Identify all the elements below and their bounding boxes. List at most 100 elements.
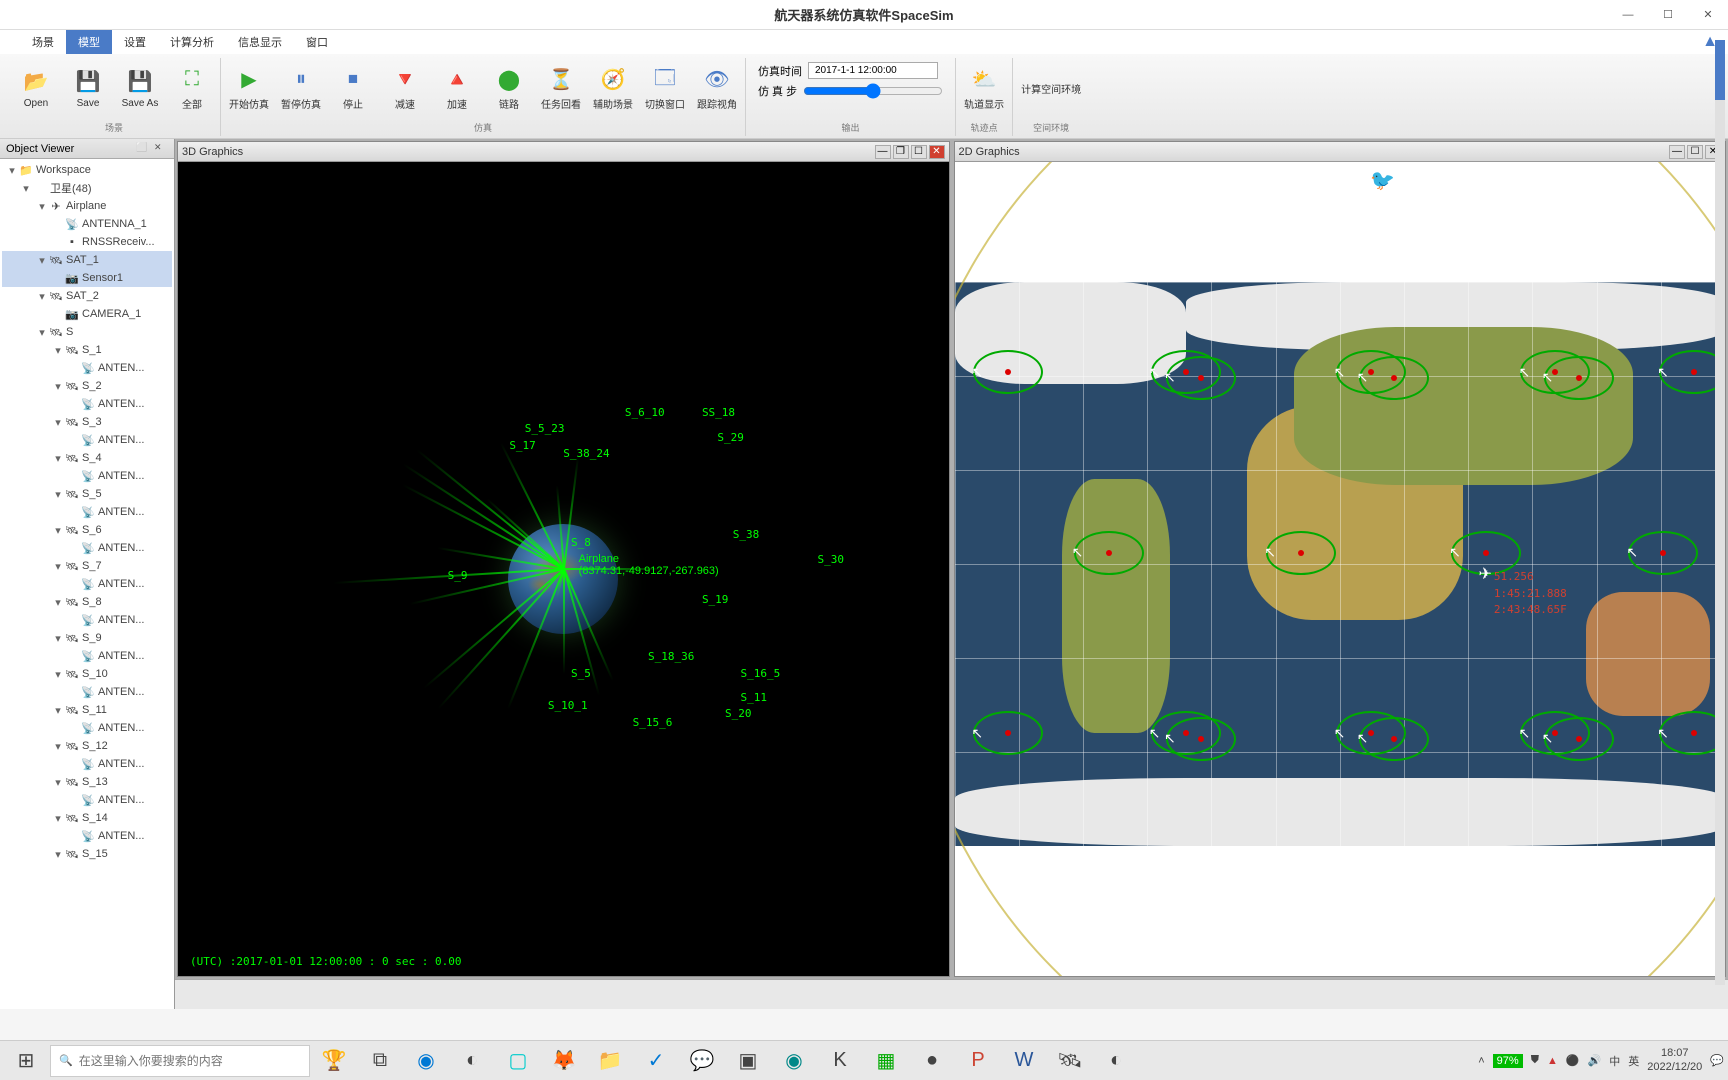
comp-button[interactable]: 🧭辅助场景: [593, 66, 633, 111]
firefox-icon[interactable]: 🦊: [542, 1043, 586, 1079]
tree-item[interactable]: 📡ANTEN...: [2, 467, 172, 485]
tree-item[interactable]: ▾🛰S_14: [2, 809, 172, 827]
panel-close-icon[interactable]: ✕: [154, 142, 168, 156]
panel-maximize-button[interactable]: ☐: [1687, 145, 1703, 159]
task-button[interactable]: ⏳任务回看: [541, 66, 581, 111]
saveas-button[interactable]: 💾Save As: [120, 68, 160, 109]
menu-tab-2[interactable]: 设置: [112, 30, 158, 54]
edge-icon[interactable]: ◉: [404, 1043, 448, 1079]
pause-sim-button[interactable]: ⏸暂停仿真: [281, 66, 321, 111]
tree-item[interactable]: 📡ANTEN...: [2, 539, 172, 557]
tree-item[interactable]: 📡ANTEN...: [2, 611, 172, 629]
tree-item[interactable]: ▾🛰S: [2, 323, 172, 341]
tree-item[interactable]: ▾🛰S_9: [2, 629, 172, 647]
viewport-2d[interactable]: 🐦 ↖↖↖↖↖↖↖↖↖↖↖↖↖↖↖↖↖↖↖↖✈51.2561:45:21.888…: [955, 162, 1726, 976]
tray-icon-2[interactable]: ▲: [1547, 1055, 1558, 1067]
tree-item[interactable]: ▾卫星(48): [2, 179, 172, 197]
app-teal-icon[interactable]: ◉: [772, 1043, 816, 1079]
tree-item[interactable]: ▾🛰S_7: [2, 557, 172, 575]
world-map[interactable]: ↖↖↖↖↖↖↖↖↖↖↖↖↖↖↖↖↖↖↖↖✈51.2561:45:21.8882:…: [955, 282, 1726, 846]
epic-icon[interactable]: ▣: [726, 1043, 770, 1079]
search-input[interactable]: [79, 1054, 301, 1068]
tree-item[interactable]: 📡ANTEN...: [2, 827, 172, 845]
app-k-icon[interactable]: K: [818, 1043, 862, 1079]
tree-item[interactable]: ▾🛰SAT_2: [2, 287, 172, 305]
tree-item[interactable]: ▾🛰S_12: [2, 737, 172, 755]
tree-item[interactable]: 📡ANTEN...: [2, 359, 172, 377]
tree-item[interactable]: 📷CAMERA_1: [2, 305, 172, 323]
tree-item[interactable]: ▾🛰S_3: [2, 413, 172, 431]
menu-tab-4[interactable]: 信息显示: [226, 30, 294, 54]
tree-item[interactable]: ▾🛰S_13: [2, 773, 172, 791]
tree-item[interactable]: ▾🛰S_10: [2, 665, 172, 683]
tree-item[interactable]: ▾🛰SAT_1: [2, 251, 172, 269]
app-bw-icon[interactable]: ◐: [1094, 1043, 1138, 1079]
powerpoint-icon[interactable]: P: [956, 1043, 1000, 1079]
app-gold-icon[interactable]: 🏆: [312, 1043, 356, 1079]
tree-item[interactable]: 📷Sensor1: [2, 269, 172, 287]
notifications-icon[interactable]: 💬: [1710, 1054, 1724, 1067]
panel-minimize-button[interactable]: —: [875, 145, 891, 159]
save-button[interactable]: 💾Save: [68, 68, 108, 109]
stop-sim-button[interactable]: ⏹停止: [333, 66, 373, 111]
reduce-button[interactable]: 🔻减速: [385, 66, 425, 111]
wechat-icon[interactable]: 💬: [680, 1043, 724, 1079]
xbox-icon[interactable]: ▦: [864, 1043, 908, 1079]
app-black-icon[interactable]: ●: [910, 1043, 954, 1079]
panel-maximize-button[interactable]: ☐: [911, 145, 927, 159]
object-tree[interactable]: ▾📁Workspace ▾卫星(48)▾✈Airplane📡ANTENNA_1▪…: [0, 159, 174, 1009]
tree-item[interactable]: ▾🛰S_8: [2, 593, 172, 611]
tree-item[interactable]: 📡ANTEN...: [2, 503, 172, 521]
vertical-scrollbar-thumb[interactable]: [1715, 40, 1725, 100]
steam-icon[interactable]: ◐: [450, 1043, 494, 1079]
tree-item[interactable]: 📡ANTEN...: [2, 431, 172, 449]
tree-item[interactable]: ▾🛰S_6: [2, 521, 172, 539]
tree-item[interactable]: 📡ANTEN...: [2, 395, 172, 413]
tree-root[interactable]: ▾📁Workspace: [2, 161, 172, 179]
all-button[interactable]: ⛶全部: [172, 66, 212, 111]
clock[interactable]: 18:072022/12/20: [1647, 1047, 1702, 1073]
maximize-button[interactable]: ☐: [1648, 0, 1688, 30]
open-button[interactable]: 📂Open: [16, 68, 56, 109]
spacesim-icon[interactable]: 🛰: [1048, 1043, 1092, 1079]
app-cyan-icon[interactable]: ▢: [496, 1043, 540, 1079]
panel-close-button[interactable]: ✕: [929, 145, 945, 159]
tree-item[interactable]: ▪RNSSReceiv...: [2, 233, 172, 251]
tray-icon-1[interactable]: ⛊: [1531, 1054, 1539, 1067]
pin-icon[interactable]: ⬜: [136, 142, 150, 156]
tree-item[interactable]: ▾🛰S_4: [2, 449, 172, 467]
volume-icon[interactable]: 🔊: [1588, 1054, 1602, 1067]
switch-window-button[interactable]: 🗔切换窗口: [645, 66, 685, 111]
tree-item[interactable]: 📡ANTEN...: [2, 791, 172, 809]
close-button[interactable]: ✕: [1688, 0, 1728, 30]
explorer-icon[interactable]: 📁: [588, 1043, 632, 1079]
sim-time-input[interactable]: [808, 62, 938, 79]
tree-item[interactable]: 📡ANTEN...: [2, 719, 172, 737]
menu-tab-0[interactable]: 场景: [20, 30, 66, 54]
minimize-button[interactable]: —: [1608, 0, 1648, 30]
battery-indicator[interactable]: 97%: [1493, 1054, 1523, 1068]
todo-icon[interactable]: ✓: [634, 1043, 678, 1079]
track-display-button[interactable]: ⛅轨道显示: [964, 66, 1004, 111]
viewport-3d[interactable]: Airplane (8374.31,-49.9127,-267.963) (UT…: [178, 162, 949, 976]
vertical-scrollbar-track[interactable]: [1715, 40, 1725, 985]
ime-indicator-2[interactable]: 英: [1628, 1053, 1639, 1069]
tree-item[interactable]: ▾🛰S_5: [2, 485, 172, 503]
menu-tab-1[interactable]: 模型: [66, 30, 112, 54]
tree-item[interactable]: ▾✈Airplane: [2, 197, 172, 215]
route-button[interactable]: ⬤链路: [489, 66, 529, 111]
tree-item[interactable]: 📡ANTEN...: [2, 683, 172, 701]
tree-item[interactable]: ▾🛰S_11: [2, 701, 172, 719]
tree-item[interactable]: 📡ANTEN...: [2, 647, 172, 665]
panel-minimize-button[interactable]: —: [1669, 145, 1685, 159]
tree-item[interactable]: ▾🛰S_2: [2, 377, 172, 395]
task-view-button[interactable]: ⧉: [358, 1043, 402, 1079]
tray-chevron-icon[interactable]: ˄: [1478, 1055, 1484, 1067]
accel-button[interactable]: 🔺加速: [437, 66, 477, 111]
tree-item[interactable]: ▾🛰S_1: [2, 341, 172, 359]
taskbar-search[interactable]: 🔍: [50, 1045, 310, 1077]
menu-tab-5[interactable]: 窗口: [294, 30, 340, 54]
panel-restore-button[interactable]: ❐: [893, 145, 909, 159]
calc-env-button[interactable]: 计算空间环境: [1021, 81, 1081, 96]
ime-indicator-1[interactable]: 中: [1609, 1053, 1620, 1069]
